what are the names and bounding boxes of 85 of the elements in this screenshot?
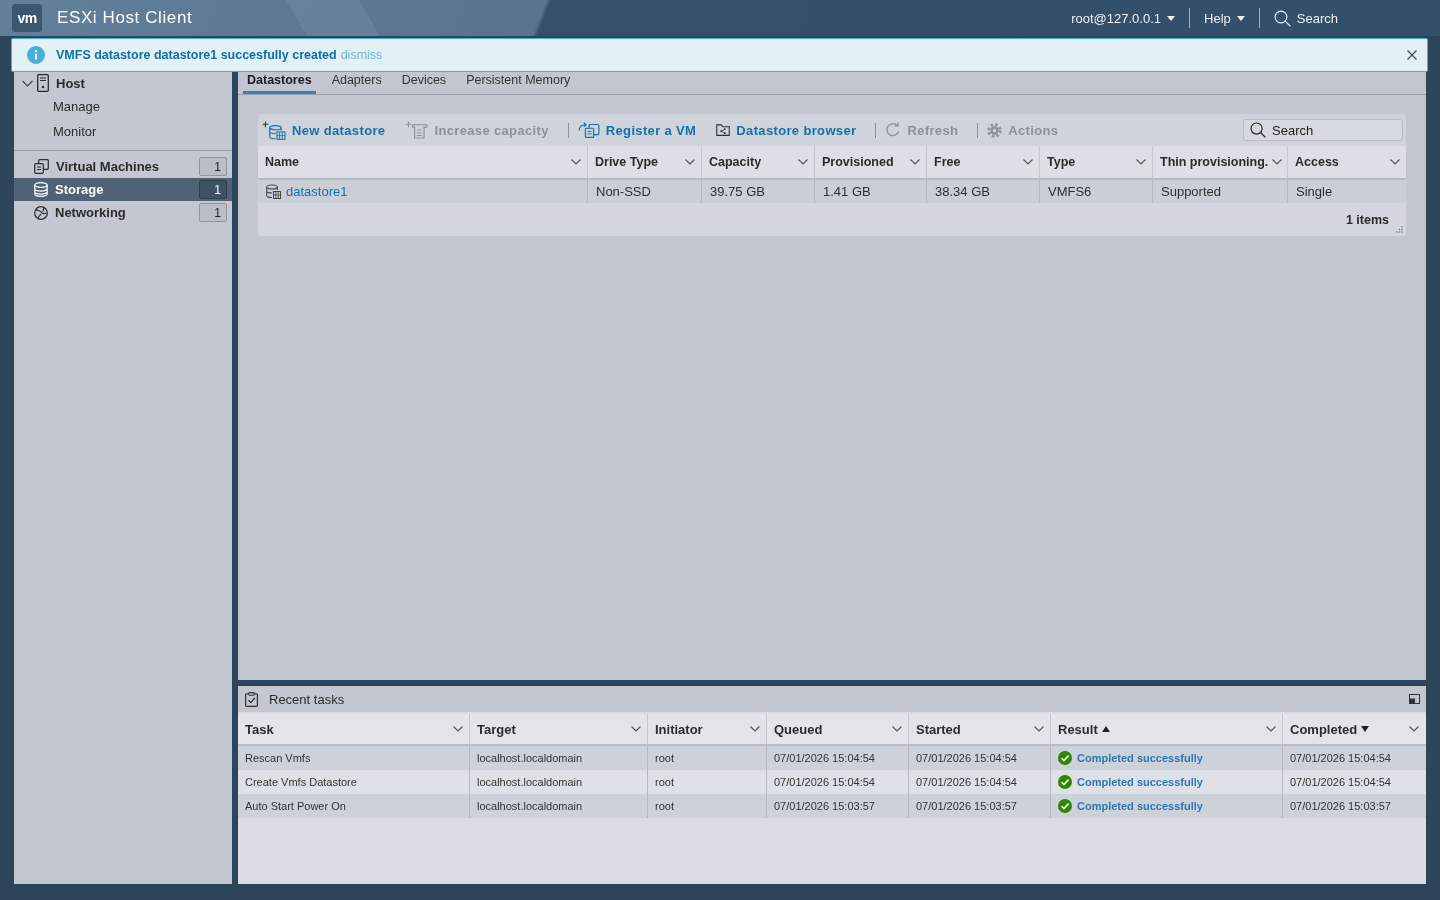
table-cell: 07/01/2026 15:03:57 <box>909 794 1051 818</box>
chevron-down-icon[interactable] <box>571 159 581 165</box>
chevron-down-icon[interactable] <box>892 726 902 732</box>
header-menu[interactable]: root@127.0.0.1 <box>1071 10 1176 26</box>
chevron-down-icon[interactable] <box>1272 159 1283 165</box>
item-count: 1 items <box>1345 212 1389 227</box>
logo: vm <box>12 4 42 32</box>
tab[interactable]: Adapters <box>327 72 386 94</box>
panel-title: Recent tasks <box>269 691 345 707</box>
chevron-down-icon[interactable] <box>910 159 920 165</box>
header-menu[interactable]: Help <box>1204 10 1245 26</box>
column-header[interactable]: Capacity <box>702 146 815 178</box>
column-header[interactable]: Access <box>1288 146 1406 178</box>
nav-item[interactable]: Manage <box>14 94 232 119</box>
search-button[interactable]: Search <box>1273 9 1338 27</box>
table-cell: 07/01/2026 15:03:57 <box>767 794 909 818</box>
close-button[interactable] <box>1405 48 1419 62</box>
count-badge: 1 <box>199 180 227 199</box>
server-icon <box>37 74 49 92</box>
chevron-down-icon[interactable] <box>685 159 695 165</box>
chevron-down-icon[interactable] <box>453 726 463 732</box>
table-cell-text: 07/01/2026 15:04:54 <box>1289 751 1392 766</box>
column-header[interactable]: Task <box>238 714 470 744</box>
nav-item[interactable]: Host <box>14 72 232 94</box>
info-icon <box>27 46 45 64</box>
tab[interactable]: Devices <box>397 72 451 94</box>
banner-message: VMFS datastore datastore1 succesfully created <box>56 48 337 62</box>
search-field[interactable]: Search <box>1243 119 1403 141</box>
chevron-down-icon[interactable] <box>1136 159 1146 165</box>
chevron-down-icon[interactable] <box>1034 726 1044 732</box>
column-header[interactable]: Target <box>470 714 648 744</box>
restore-icon[interactable] <box>1409 694 1420 704</box>
table-cell-text: Single <box>1295 183 1334 201</box>
column-header[interactable]: Free <box>927 146 1040 178</box>
caret-icon <box>1167 15 1176 21</box>
column-header[interactable]: Completed <box>1283 714 1425 744</box>
column-header[interactable]: Thin provisioning. <box>1153 146 1288 178</box>
app-title: ESXi Host Client <box>57 8 193 28</box>
toolbar-button[interactable]: Register a VM <box>576 122 706 138</box>
caret-icon <box>1236 15 1245 21</box>
datastore-icon <box>266 184 281 199</box>
column-header[interactable]: Queued <box>767 714 909 744</box>
result-link[interactable]: Completed successfully <box>1077 776 1203 788</box>
add-document-icon <box>405 121 429 139</box>
table-cell: localhost.localdomain <box>470 794 648 818</box>
tab[interactable]: Datastores <box>243 72 316 94</box>
refresh-icon <box>885 122 902 138</box>
search-icon <box>1273 9 1291 27</box>
nav-item[interactable]: Virtual Machines 1 <box>14 155 232 178</box>
table-cell: Auto Start Power On <box>238 794 470 818</box>
close-icon <box>1407 50 1417 60</box>
chevron-down-icon[interactable] <box>1023 159 1033 165</box>
column-header[interactable]: Drive Type <box>588 146 702 178</box>
resize-grip-icon[interactable] <box>1396 226 1403 233</box>
nav-item[interactable]: Storage 1 <box>14 178 232 201</box>
database-icon <box>34 182 48 197</box>
tab[interactable]: Persistent Memory <box>462 72 575 94</box>
search-input[interactable]: Search <box>1272 121 1396 139</box>
table-cell-text: 07/01/2026 15:03:57 <box>1289 799 1392 814</box>
column-header[interactable]: Started <box>909 714 1051 744</box>
register-vm-icon <box>577 122 600 138</box>
column-header[interactable]: Type <box>1040 146 1153 178</box>
column-header[interactable]: Name <box>258 146 588 178</box>
chevron-down-icon[interactable] <box>1266 726 1276 732</box>
count-badge: 1 <box>199 157 227 176</box>
table-cell-text: 07/01/2026 15:04:54 <box>1289 775 1392 790</box>
count-badge: 1 <box>199 203 227 222</box>
chevron-down-icon[interactable] <box>1390 159 1400 165</box>
column-header[interactable]: Initiator <box>648 714 767 744</box>
gear-icon <box>987 122 1003 138</box>
search-icon <box>1250 122 1266 138</box>
add-database-icon <box>262 120 286 140</box>
column-header[interactable]: Result <box>1051 714 1283 744</box>
chevron-down-icon[interactable] <box>631 726 641 732</box>
nav-item[interactable]: Networking 1 <box>14 201 232 224</box>
column-header[interactable]: Provisioned <box>815 146 927 178</box>
chevron-down-icon[interactable] <box>798 159 808 165</box>
nav-item[interactable]: Monitor <box>14 119 232 144</box>
table-cell: root <box>648 794 767 818</box>
folder-icon <box>716 124 731 136</box>
chevron-down-icon[interactable] <box>750 726 760 732</box>
globe-icon <box>34 205 48 220</box>
clipboard-check-icon <box>245 691 258 707</box>
chevron-down-icon[interactable] <box>1409 726 1419 732</box>
virtual-machine-icon <box>34 159 49 174</box>
